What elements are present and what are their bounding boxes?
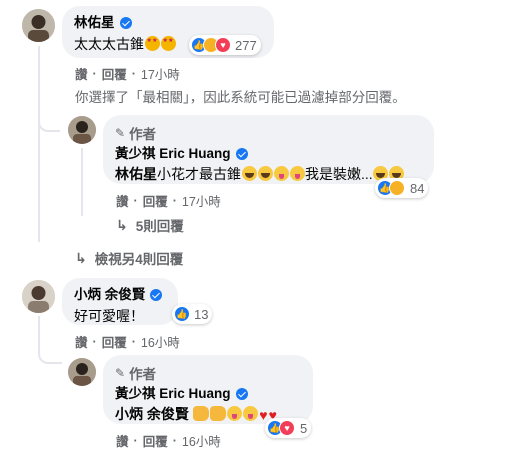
separator: · (172, 433, 177, 448)
separator: · (133, 433, 138, 448)
commenter-name[interactable]: 小炳 余俊賢 (74, 286, 163, 303)
reaction-count: 277 (235, 37, 257, 53)
reaction-count: 5 (300, 420, 308, 436)
haha-reaction-icon (389, 180, 405, 196)
separator: · (92, 334, 97, 349)
author-tag: ✎ 作者 (115, 363, 301, 383)
reply-author-name-text[interactable]: 黃少祺 Eric Huang (115, 385, 231, 402)
verified-badge-icon (235, 147, 248, 160)
commenter-name[interactable]: 林佑星 (74, 14, 132, 31)
comment-text: 好可愛喔！ (74, 308, 144, 324)
thread-line-reply (81, 148, 83, 216)
avatar-commenter-1[interactable] (22, 9, 55, 42)
mention-link[interactable]: 林佑星 (115, 166, 157, 182)
separator: · (131, 334, 136, 349)
reply-reaction-summary[interactable]: 👍 84 (375, 178, 429, 198)
verified-badge-icon (235, 387, 248, 400)
tongue-emoji-icon (289, 166, 305, 181)
reply-bubble-1: ✎ 作者 黃少祺 Eric Huang 林佑星小花才最古錐 我是裝嫩... (103, 115, 434, 184)
love-reaction-icon: ♥ (279, 420, 295, 436)
grin-emoji-icon (241, 166, 257, 181)
fist-bump-emoji-icon (193, 406, 210, 421)
reply-text-b: 我是裝嫩... (305, 166, 373, 182)
star-struck-emoji-icon (160, 36, 176, 51)
grin-emoji-icon (257, 166, 273, 181)
reply-bubble-2: ✎ 作者 黃少祺 Eric Huang 小炳 余俊賢 ♥♥ (103, 355, 313, 424)
reaction-count: 13 (194, 306, 209, 322)
timestamp-link[interactable]: 16小時 (141, 332, 180, 351)
reply-actions: 讚 · 回覆 · 16小時 (116, 431, 221, 450)
author-tag-label: 作者 (129, 367, 157, 382)
reply-author-name[interactable]: 黃少祺 Eric Huang (115, 385, 248, 402)
like-button[interactable]: 讚 (75, 332, 88, 351)
reply-button[interactable]: 回覆 (102, 332, 127, 351)
comment-actions: 讚 · 回覆 · 16小時 (75, 332, 180, 351)
timestamp-link[interactable]: 17小時 (141, 64, 180, 83)
reply-author-name[interactable]: 黃少祺 Eric Huang (115, 145, 248, 162)
reply-arrow-icon: ↳ (116, 216, 128, 233)
comment-text-content: 太太太古錐 (74, 36, 144, 52)
author-tag-label: 作者 (129, 127, 157, 142)
reply-author-name-text[interactable]: 黃少祺 Eric Huang (115, 145, 231, 162)
separator: · (92, 66, 97, 81)
commenter-name-text[interactable]: 林佑星 (74, 14, 115, 31)
thread-connector (38, 316, 62, 364)
view-more-replies-label[interactable]: 檢視另4則回覆 (95, 248, 184, 268)
timestamp-link[interactable]: 16小時 (182, 431, 221, 450)
view-replies-link[interactable]: ↳ 5則回覆 (116, 215, 184, 235)
tongue-emoji-icon (243, 406, 259, 421)
thread-connector (38, 108, 60, 132)
pen-icon: ✎ (115, 366, 126, 380)
separator: · (133, 193, 138, 208)
avatar-author-reply-2[interactable] (68, 358, 96, 386)
separator: · (172, 193, 177, 208)
comment-actions: 讚 · 回覆 · 17小時 (75, 64, 180, 83)
view-more-replies-link[interactable]: ↳ 檢視另4則回覆 (75, 248, 183, 268)
pen-icon: ✎ (115, 126, 126, 140)
tongue-emoji-icon (227, 406, 243, 421)
reply-actions: 讚 · 回覆 · 17小時 (116, 191, 221, 210)
comment-bubble-2: 小炳 余俊賢 好可愛喔！ (62, 278, 178, 325)
reply-button[interactable]: 回覆 (143, 191, 168, 210)
like-button[interactable]: 讚 (116, 191, 129, 210)
mention-link[interactable]: 小炳 余俊賢 (115, 406, 189, 422)
love-reaction-icon: ♥ (215, 37, 231, 53)
reply-button[interactable]: 回覆 (143, 431, 168, 450)
verified-badge-icon (119, 16, 132, 29)
star-struck-emoji-icon (144, 36, 160, 51)
like-reaction-icon: 👍 (174, 306, 190, 322)
tongue-emoji-icon (273, 166, 289, 181)
reaction-summary[interactable]: 👍 ♥ 277 (189, 35, 261, 55)
avatar-author-reply-1[interactable] (68, 116, 96, 144)
verified-badge-icon (150, 288, 163, 301)
timestamp-link[interactable]: 17小時 (182, 191, 221, 210)
filter-notice: 你選擇了「最相關」，因此系統可能已過濾掉部分回覆。 (75, 90, 406, 105)
fist-bump-emoji-icon (210, 406, 227, 421)
like-button[interactable]: 讚 (116, 431, 129, 450)
thread-line (38, 46, 40, 242)
separator: · (131, 66, 136, 81)
reply-arrow-icon: ↳ (75, 249, 87, 266)
commenter-name-text[interactable]: 小炳 余俊賢 (74, 286, 145, 303)
reaction-summary[interactable]: 👍 13 (172, 304, 213, 324)
reaction-count: 84 (410, 180, 425, 196)
reply-button[interactable]: 回覆 (102, 64, 127, 83)
author-tag: ✎ 作者 (115, 123, 422, 143)
reply-reaction-summary[interactable]: 👍 ♥ 5 (265, 418, 312, 438)
reply-text-a: 小花才最古錐 (157, 166, 241, 182)
like-button[interactable]: 讚 (75, 64, 88, 83)
avatar-commenter-2[interactable] (22, 280, 55, 313)
view-replies-label[interactable]: 5則回覆 (136, 215, 184, 235)
